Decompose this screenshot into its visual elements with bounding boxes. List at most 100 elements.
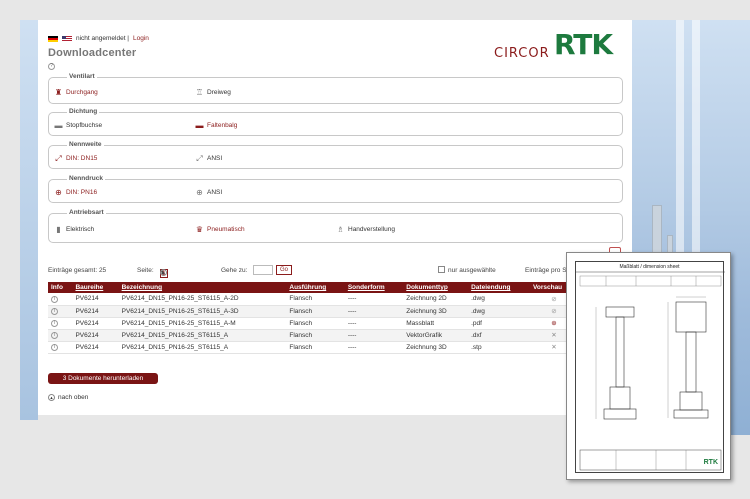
option-label: ANSI [207, 155, 223, 162]
back-to-top-label: nach oben [58, 394, 89, 401]
option-durchgang[interactable]: ♜ Durchgang [54, 88, 98, 97]
background-left [20, 20, 38, 420]
cell-bezeichnung: PV6214_DN15_PN16-25_ST6115_A [118, 341, 287, 354]
cell-dokumenttyp: Zeichnung 2D [403, 293, 469, 306]
pneumatic-actuator-icon: ♛ [195, 225, 204, 234]
info-icon[interactable]: i [51, 308, 58, 315]
info-icon[interactable]: i [51, 320, 58, 327]
english-flag-icon[interactable] [62, 35, 72, 42]
cell-sonderform: ---- [344, 317, 404, 330]
only-selected-checkbox[interactable] [438, 266, 445, 273]
login-link[interactable]: Login [133, 35, 149, 42]
cell-ausfuehrung: Flansch [286, 317, 345, 330]
cell-sonderform: ---- [344, 341, 404, 354]
download-documents-button[interactable]: 3 Dokumente herunterladen [48, 373, 158, 384]
sheet-logo: RTK [703, 459, 718, 466]
table-header: Info Baureihe Bezeichnung Ausführung Son… [48, 282, 578, 293]
col-dokumenttyp[interactable]: Dokumenttyp [403, 282, 469, 293]
logo-circor: CIRCOR [494, 46, 550, 61]
col-sonderform[interactable]: Sonderform [344, 282, 404, 293]
total-entries: Einträge gesamt: 25 [48, 267, 107, 274]
option-faltenbalg[interactable]: ▬ Faltenbalg [195, 121, 238, 130]
filter-ventilart: Ventilart ♜ Durchgang ♖ Dreiweg [48, 73, 623, 104]
dimension-sheet: Maßblatt / dimension sheet RTK [575, 261, 725, 473]
gland-icon: ▬ [54, 121, 63, 130]
valve-drawing [576, 271, 725, 471]
table-row[interactable]: i PV6214 PV6214_DN15_PN16-25_ST6115_A Fl… [48, 329, 578, 342]
table-row[interactable]: i PV6214 PV6214_DN15_PN16-25_ST6115_A-3D… [48, 305, 578, 318]
col-bezeichnung[interactable]: Bezeichnung [118, 282, 287, 293]
table-row[interactable]: i PV6214 PV6214_DN15_PN16-25_ST6115_A-2D… [48, 293, 578, 306]
next-page-icon[interactable]: ▶ [160, 269, 167, 276]
cell-ausfuehrung: Flansch [286, 305, 345, 318]
only-selected-label: nur ausgewählte [448, 267, 496, 274]
cell-ausfuehrung: Flansch [286, 341, 345, 354]
page-title: Downloadcenter [48, 47, 137, 59]
option-din-pn16[interactable]: ⊕ DIN: PN16 [54, 188, 97, 197]
col-ausfuehrung[interactable]: Ausführung [286, 282, 345, 293]
back-to-top-link[interactable]: ▲ nach oben [48, 394, 88, 401]
goto-label: Gehe zu: [221, 267, 248, 274]
option-label: Handverstellung [348, 226, 395, 233]
cell-ausfuehrung: Flansch [286, 329, 345, 342]
option-handverstellung[interactable]: ♗ Handverstellung [336, 225, 395, 234]
cell-bezeichnung: PV6214_DN15_PN16-25_ST6115_A-3D [118, 305, 287, 318]
info-icon[interactable]: i [51, 295, 58, 303]
filter-nenndruck: Nenndruck ⊕ DIN: PN16 ⊕ ANSI [48, 175, 623, 203]
option-label: Dreiweg [207, 89, 231, 96]
cell-dateiendung: .dwg [468, 293, 531, 306]
filter-label: Antriebsart [67, 209, 106, 216]
option-ansi-size[interactable]: ⤢ ANSI [195, 154, 222, 163]
option-elektrisch[interactable]: ▮ Elektrisch [54, 225, 94, 234]
diameter-icon: ⤢ [196, 154, 203, 163]
option-label: Stopfbuchse [66, 122, 103, 129]
col-baureihe[interactable]: Baureihe [72, 282, 119, 293]
company-logo: CIRCOR RTK [494, 28, 613, 66]
table-row[interactable]: i PV6214 PV6214_DN15_PN16-25_ST6115_A Fl… [48, 341, 578, 354]
option-dreiweg[interactable]: ♖ Dreiweg [195, 88, 231, 97]
filter-nennweite: Nennweite ⤢ DIN: DN15 ⤢ ANSI [48, 141, 623, 169]
cell-dateiendung: .dxf [468, 329, 531, 342]
info-icon[interactable]: i [51, 344, 58, 351]
go-button[interactable]: Go [276, 265, 293, 275]
cell-bezeichnung: PV6214_DN15_PN16-25_ST6115_A-M [118, 317, 287, 330]
german-flag-icon[interactable] [48, 35, 58, 42]
goto-page-input[interactable] [253, 265, 273, 275]
col-dateiendung[interactable]: Dateiendung [468, 282, 531, 293]
option-stopfbuchse[interactable]: ▬ Stopfbuchse [54, 121, 103, 130]
preview-popup[interactable]: Maßblatt / dimension sheet RTK [566, 252, 731, 480]
option-ansi-pressure[interactable]: ⊕ ANSI [195, 188, 222, 197]
cell-dateiendung: .pdf [468, 317, 531, 330]
handwheel-icon: ♗ [336, 225, 345, 234]
table-row[interactable]: i PV6214 PV6214_DN15_PN16-25_ST6115_A-M … [48, 317, 578, 330]
cell-dokumenttyp: VektorGrafik [403, 329, 469, 342]
info-icon[interactable]: i [51, 332, 58, 339]
page-label: Seite: [137, 267, 154, 274]
cell-baureihe: PV6214 [72, 317, 119, 330]
diameter-icon: ⤢ [55, 154, 62, 163]
login-status: nicht angemeldet | [76, 35, 129, 42]
cell-bezeichnung: PV6214_DN15_PN16-25_ST6115_A [118, 329, 287, 342]
bellows-icon: ▬ [195, 121, 204, 130]
filter-label: Dichtung [67, 108, 100, 115]
option-din-dn15[interactable]: ⤢ DIN: DN15 [54, 154, 97, 163]
option-label: DIN: PN16 [66, 189, 98, 196]
filter-antriebsart: Antriebsart ▮ Elektrisch ♛ Pneumatisch ♗… [48, 209, 623, 243]
option-label: ANSI [207, 189, 223, 196]
cell-baureihe: PV6214 [72, 341, 119, 354]
option-pneumatisch[interactable]: ♛ Pneumatisch [195, 225, 245, 234]
option-label: Elektrisch [66, 226, 95, 233]
cell-baureihe: PV6214 [72, 293, 119, 306]
filter-label: Nenndruck [67, 175, 105, 182]
language-bar: nicht angemeldet | Login [48, 35, 149, 42]
filter-label: Ventilart [67, 73, 97, 80]
valve-straight-icon: ♜ [54, 88, 63, 97]
logo-rtk: RTK [554, 28, 613, 61]
cell-sonderform: ---- [344, 305, 404, 318]
cell-sonderform: ---- [344, 293, 404, 306]
help-icon[interactable]: ? [48, 63, 55, 70]
flange-icon: ⊕ [196, 188, 203, 197]
cell-bezeichnung: PV6214_DN15_PN16-25_ST6115_A-2D [118, 293, 287, 306]
results-toolbar: Einträge gesamt: 25 Seite: 1 2 3 ... 5 ▶… [48, 265, 608, 278]
option-label: Durchgang [66, 89, 98, 96]
